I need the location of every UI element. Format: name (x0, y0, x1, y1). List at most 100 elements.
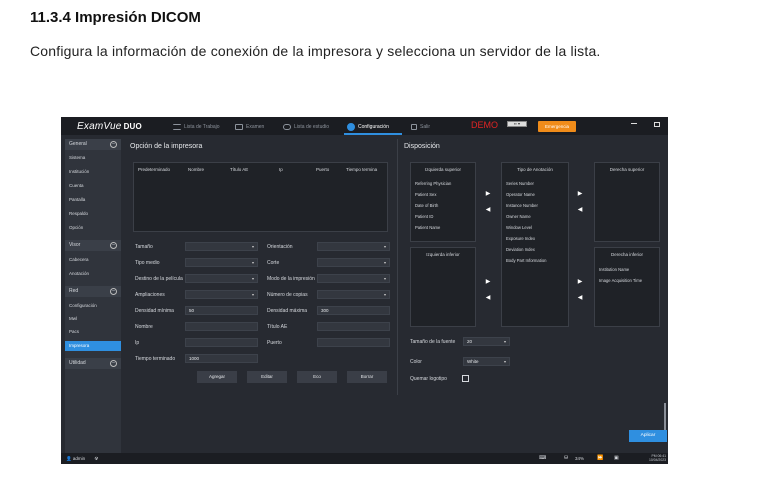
min-density-input[interactable]: 50 (185, 306, 258, 315)
size-select[interactable]: ▾ (185, 242, 258, 251)
list-item[interactable]: Patient Name (415, 225, 440, 230)
app-logo: ExamVue DUO (77, 121, 142, 132)
col-port: Puerto (316, 167, 330, 172)
sidebar-item-pacs[interactable]: Pacs (65, 329, 121, 334)
edit-button[interactable]: Editar (247, 371, 287, 383)
collapse-icon[interactable]: – (110, 242, 117, 249)
list-item[interactable]: Exposure Index (506, 236, 535, 241)
font-size-select[interactable]: 20 ▾ (463, 337, 510, 346)
burn-logo-checkbox[interactable] (462, 375, 469, 382)
list-item[interactable]: Instance Number (506, 203, 538, 208)
list-item[interactable]: Date of Birth (415, 203, 438, 208)
color-select[interactable]: White ▾ (463, 357, 510, 366)
tab-exit[interactable]: Salir (411, 121, 430, 132)
display-mode-icon[interactable]: ▪▪ ▾ (507, 121, 527, 127)
top-right-list[interactable]: Derecha superior (594, 162, 660, 242)
window-icon[interactable]: ▣ (614, 455, 619, 461)
move-right-icon[interactable]: ▶ (483, 189, 493, 199)
echo-button[interactable]: Eco (297, 371, 337, 383)
sidebar-item-account[interactable]: Cuenta (65, 183, 121, 188)
sidebar-group-utility[interactable]: Utilidad – (65, 358, 121, 369)
list-title: Tipo de Anotación (517, 167, 553, 172)
media-type-select[interactable]: ▾ (185, 258, 258, 267)
bottom-left-list[interactable]: Izquierda inferior (410, 247, 476, 327)
restore-icon[interactable] (654, 122, 660, 127)
move-left-icon[interactable]: ◀ (575, 293, 585, 303)
move-right-icon[interactable]: ▶ (483, 277, 493, 287)
move-left-icon[interactable]: ◀ (575, 205, 585, 215)
sidebar-item-configuration[interactable]: Configuración (65, 303, 121, 308)
trim-select[interactable]: ▾ (317, 258, 390, 267)
sidebar-item-backup[interactable]: Respaldo (65, 211, 121, 216)
max-density-input[interactable]: 300 (317, 306, 390, 315)
sidebar-item-system[interactable]: Sistema (65, 155, 121, 160)
user-indicator[interactable]: 👤 admin ☢ (66, 456, 98, 462)
printer-table[interactable]: Predeterminado Nombre Título AE Ip Puert… (133, 162, 388, 232)
sidebar-item-mwl[interactable]: Mwl (65, 316, 121, 321)
section-paragraph: Configura la información de conexión de … (30, 43, 601, 59)
name-input[interactable] (185, 322, 258, 331)
list-item[interactable]: Image Acquisition Time (599, 278, 642, 283)
sidebar-item-header[interactable]: Cabecera (65, 257, 121, 262)
timeout-input[interactable]: 1000 (185, 354, 258, 363)
panel-divider (397, 139, 398, 395)
field-value: White (467, 359, 479, 364)
top-left-list[interactable]: Izquierda superior Referring Physician P… (410, 162, 476, 242)
list-item[interactable]: Operator Name (506, 192, 535, 197)
list-item[interactable]: Series Number (506, 181, 534, 186)
copies-select[interactable]: ▾ (317, 290, 390, 299)
list-item[interactable]: Referring Physician (415, 181, 451, 186)
list-item[interactable]: Window Level (506, 225, 532, 230)
bottom-right-list[interactable]: Derecha inferior Institution Name Image … (594, 247, 660, 327)
sidebar-group-network[interactable]: Red – (65, 286, 121, 297)
list-item[interactable]: Body Part Information (506, 258, 547, 263)
ip-input[interactable] (185, 338, 258, 347)
sidebar-group-general[interactable]: General – (65, 139, 121, 150)
print-mode-select[interactable]: ▾ (317, 274, 390, 283)
magnification-select[interactable]: ▾ (185, 290, 258, 299)
orientation-select[interactable]: ▾ (317, 242, 390, 251)
timeout-label: Tiempo terminado (135, 356, 176, 362)
move-left-icon[interactable]: ◀ (483, 205, 493, 215)
dropdown-icon: ▾ (251, 244, 254, 249)
keyboard-icon[interactable]: ⌨ (539, 455, 546, 461)
list-item[interactable]: Patient ID (415, 214, 433, 219)
dropdown-icon: ▾ (503, 339, 506, 344)
tab-worklist[interactable]: Lista de Trabajo (173, 121, 220, 132)
list-item[interactable]: Owner Name (506, 214, 531, 219)
move-right-icon[interactable]: ▶ (575, 189, 585, 199)
ae-title-input[interactable] (317, 322, 390, 331)
minimize-icon[interactable] (631, 123, 637, 124)
annotation-type-list[interactable]: Tipo de Anotación Series Number Operator… (501, 162, 569, 327)
tab-study-list[interactable]: Lista de estudio (283, 121, 329, 132)
sidebar-item-annotation[interactable]: Anotación (65, 271, 121, 276)
tab-settings[interactable]: Configuración (347, 121, 389, 132)
col-timeout: Tiempo termina (346, 167, 378, 172)
list-item[interactable]: Deviation Index (506, 247, 535, 252)
list-item[interactable]: Institution Name (599, 267, 629, 272)
tab-label: Lista de Trabajo (184, 123, 220, 130)
scrollbar[interactable] (664, 403, 666, 431)
list-item[interactable]: Patient Sex (415, 192, 436, 197)
sidebar-group-viewer[interactable]: Visor – (65, 240, 121, 251)
port-input[interactable] (317, 338, 390, 347)
move-left-icon[interactable]: ◀ (483, 293, 493, 303)
apply-button[interactable]: Aplicar (629, 430, 667, 442)
sidebar-item-display[interactable]: Pantalla (65, 197, 121, 202)
collapse-icon[interactable]: – (110, 360, 117, 367)
add-button[interactable]: Agregar (197, 371, 237, 383)
emergency-button[interactable]: Emergencia (538, 121, 576, 132)
sidebar-item-printer[interactable]: Impresora (65, 341, 121, 351)
collapse-icon[interactable]: – (110, 288, 117, 295)
delete-button[interactable]: Borrar (347, 371, 387, 383)
sidebar-item-option[interactable]: Opción (65, 225, 121, 230)
user-icon: 👤 (66, 456, 72, 461)
sidebar-item-institution[interactable]: Institución (65, 169, 121, 174)
move-right-icon[interactable]: ▶ (575, 277, 585, 287)
layout-title: Disposición (404, 143, 440, 150)
film-destination-select[interactable]: ▾ (185, 274, 258, 283)
fast-forward-icon[interactable]: ⏩ (597, 455, 603, 461)
size-label: Tamaño (135, 244, 153, 250)
tab-exam[interactable]: Examen (235, 121, 264, 132)
collapse-icon[interactable]: – (110, 141, 117, 148)
